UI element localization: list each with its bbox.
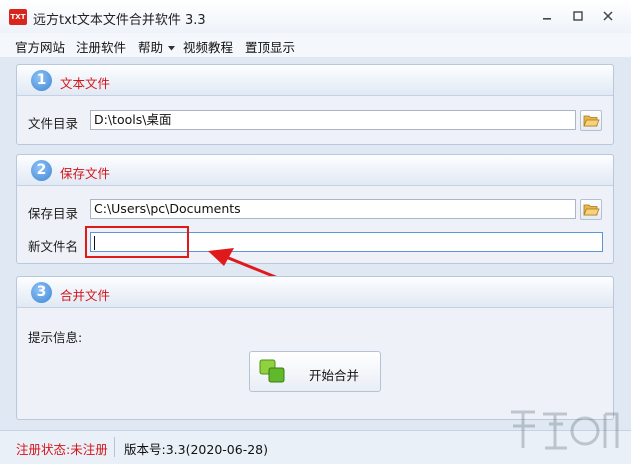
merge-file-panel: 3 合并文件 提示信息:	[16, 276, 614, 420]
info-label: 提示信息:	[28, 330, 83, 345]
registration-status: 注册状态:未注册	[16, 442, 108, 457]
merge-file-title: 合并文件	[60, 288, 111, 303]
start-merge-button[interactable]: 开始合并	[249, 351, 381, 392]
start-merge-label: 开始合并	[309, 368, 360, 383]
version-text: 版本号:3.3(2020-06-28)	[124, 442, 268, 457]
status-divider	[114, 437, 115, 457]
watermark-logo	[511, 410, 619, 450]
merge-icon	[259, 359, 285, 383]
step-badge-3: 3	[31, 282, 52, 303]
merge-file-panel-header: 3 合并文件	[17, 277, 613, 308]
